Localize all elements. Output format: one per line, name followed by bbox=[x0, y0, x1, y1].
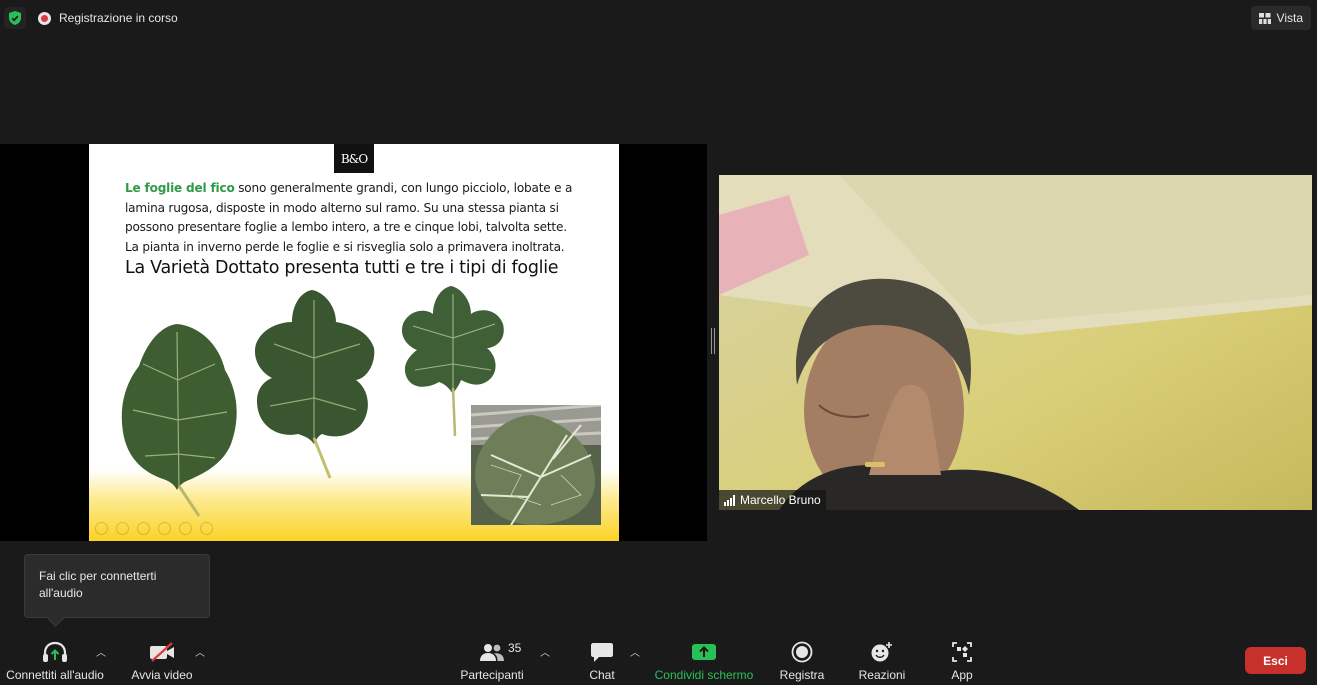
video-options-chevron-up-icon[interactable]: ︿ bbox=[195, 644, 205, 659]
presentation-slide: B&O Le foglie del fico sono generalmente… bbox=[89, 144, 619, 541]
share-screen-label: Condividi schermo bbox=[654, 668, 754, 682]
grid-view-icon bbox=[1258, 12, 1271, 24]
headphones-icon bbox=[42, 640, 68, 664]
participants-count: 35 bbox=[508, 641, 522, 655]
leaf-underside-photo bbox=[471, 405, 601, 525]
share-screen-button[interactable]: Condividi schermo bbox=[652, 640, 756, 685]
leaf-three-lobed-image bbox=[254, 290, 375, 479]
leaf-entire-image bbox=[121, 324, 237, 517]
chat-button[interactable]: Chat bbox=[584, 640, 620, 685]
participant-name-tag: Marcello Bruno bbox=[719, 490, 826, 510]
apps-label: App bbox=[951, 668, 973, 682]
shared-screen[interactable]: B&O Le foglie del fico sono generalmente… bbox=[0, 144, 707, 541]
share-screen-icon bbox=[691, 640, 717, 664]
participants-label: Partecipanti bbox=[460, 668, 524, 682]
apps-button[interactable]: App bbox=[946, 640, 978, 685]
participant-video-tile[interactable]: Marcello Bruno bbox=[719, 175, 1312, 510]
resize-handle[interactable] bbox=[711, 328, 715, 354]
chat-label: Chat bbox=[589, 668, 615, 682]
slide-paragraph: Le foglie del fico sono generalmente gra… bbox=[125, 179, 577, 257]
slide-logo: B&O bbox=[334, 144, 374, 173]
slide-menu-icon[interactable] bbox=[200, 522, 213, 535]
recording-icon bbox=[38, 11, 51, 25]
audio-tooltip: Fai clic per connetterti all'audio bbox=[24, 554, 210, 618]
start-video-label: Avvia video bbox=[131, 668, 193, 682]
record-label: Registra bbox=[779, 668, 825, 682]
slide-zoom-icon[interactable] bbox=[179, 522, 192, 535]
participant-video-feed bbox=[719, 175, 1312, 510]
slide-prev-icon[interactable] bbox=[95, 522, 108, 535]
chat-chevron-up-icon[interactable]: ︿ bbox=[630, 644, 640, 659]
audio-options-chevron-up-icon[interactable]: ︿ bbox=[96, 644, 106, 659]
join-audio-label: Connettiti all'audio bbox=[6, 668, 104, 682]
slide-heading: La Varietà Dottato presenta tutti e tre … bbox=[125, 258, 559, 278]
reactions-button[interactable]: Reazioni bbox=[856, 640, 908, 685]
participants-icon bbox=[479, 640, 505, 664]
apps-icon bbox=[951, 640, 973, 664]
recording-indicator[interactable]: Registrazione in corso bbox=[38, 9, 178, 27]
start-video-button[interactable]: Avvia video bbox=[129, 640, 195, 685]
reactions-icon bbox=[870, 640, 894, 664]
slide-controls bbox=[95, 522, 213, 535]
join-audio-button[interactable]: Connettiti all'audio bbox=[4, 640, 106, 685]
chat-icon bbox=[590, 640, 614, 664]
recording-label: Registrazione in corso bbox=[59, 11, 178, 25]
view-button[interactable]: Vista bbox=[1250, 6, 1311, 30]
security-shield-icon[interactable] bbox=[4, 7, 26, 29]
leave-button[interactable]: Esci bbox=[1245, 647, 1306, 674]
view-label: Vista bbox=[1276, 11, 1303, 25]
slide-next-icon[interactable] bbox=[116, 522, 129, 535]
slide-paragraph-highlight: Le foglie del fico bbox=[125, 181, 235, 195]
participants-chevron-up-icon[interactable]: ︿ bbox=[540, 644, 550, 659]
slide-pen-icon[interactable] bbox=[137, 522, 150, 535]
reactions-label: Reazioni bbox=[858, 668, 906, 682]
record-icon bbox=[791, 640, 813, 664]
participant-name: Marcello Bruno bbox=[740, 493, 821, 507]
record-button[interactable]: Registra bbox=[779, 640, 825, 685]
slide-grid-icon[interactable] bbox=[158, 522, 171, 535]
video-off-icon bbox=[148, 640, 176, 664]
signal-bars-icon bbox=[724, 494, 735, 506]
